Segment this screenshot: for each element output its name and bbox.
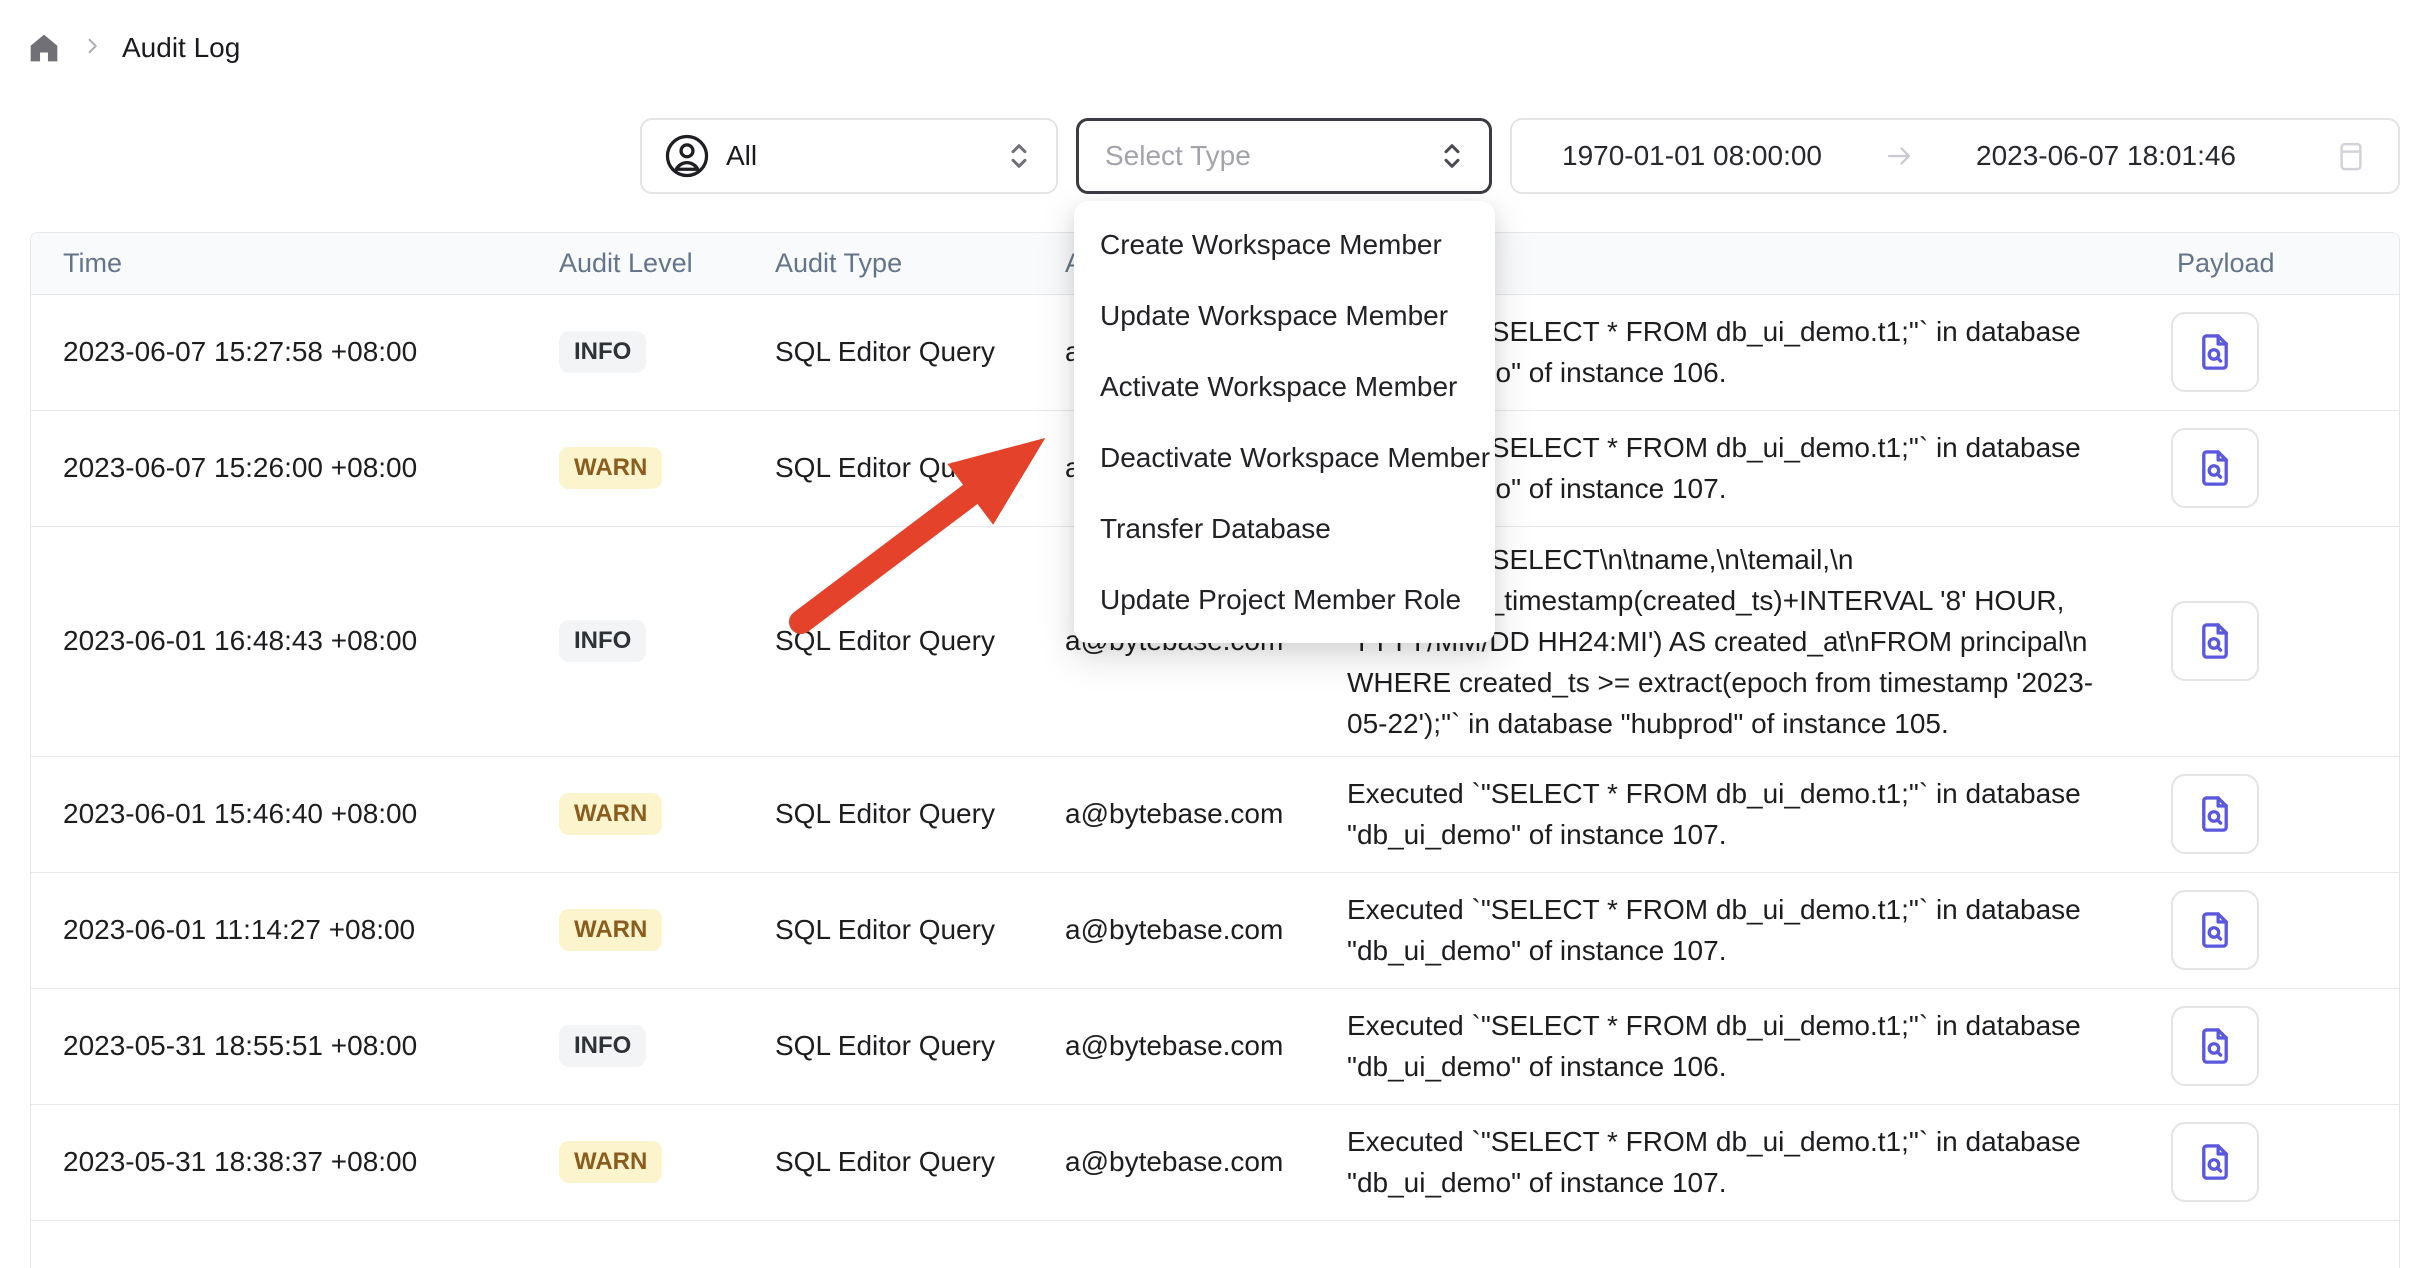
audit-level-badge: INFO — [559, 1025, 646, 1067]
time-cell: 2023-05-31 18:55:51 +08:00 — [31, 988, 541, 1104]
actor-cell: a@bytebase.com — [1035, 756, 1317, 872]
calendar-icon — [2336, 139, 2366, 173]
user-circle-icon — [664, 133, 710, 179]
comment-cell: Executed `"SELECT * FROM db_ui_demo.t1;"… — [1317, 1104, 2127, 1220]
audit-level-badge: WARN — [559, 793, 662, 835]
audit-type-cell: SQL Editor Query — [745, 988, 1035, 1104]
time-cell: 2023-05-31 18:38:37 +08:00 — [31, 1104, 541, 1220]
payload-cell — [2127, 294, 2400, 410]
file-search-icon — [2194, 792, 2236, 836]
type-filter-select[interactable]: Select Type — [1076, 118, 1492, 194]
audit-level-badge: INFO — [559, 331, 646, 373]
actor-cell: a@bytebase.com — [1035, 988, 1317, 1104]
date-range-start: 1970-01-01 08:00:00 — [1562, 140, 1822, 172]
audit-level-badge: WARN — [559, 1141, 662, 1183]
audit-level-cell: WARN — [541, 1104, 745, 1220]
audit-level-cell: INFO — [541, 526, 745, 756]
audit-type-cell: SQL Editor Query — [745, 526, 1035, 756]
audit-level-badge: WARN — [559, 909, 662, 951]
payload-cell — [2127, 988, 2400, 1104]
updown-chevron-icon — [1439, 139, 1465, 173]
audit-level-cell: INFO — [541, 294, 745, 410]
actor-cell: a@bytebase.com — [1035, 1104, 1317, 1220]
updown-chevron-icon — [1006, 139, 1032, 173]
column-header-payload: Payload — [2127, 233, 2400, 294]
type-option[interactable]: Activate Workspace Member — [1074, 351, 1495, 422]
type-option[interactable]: Transfer Database — [1074, 493, 1495, 564]
table-row: 2023-05-31 18:55:51 +08:00 INFO SQL Edit… — [31, 988, 2400, 1104]
audit-level-cell: INFO — [541, 988, 745, 1104]
page-title: Audit Log — [122, 32, 240, 64]
payload-view-button[interactable] — [2171, 428, 2259, 508]
audit-level-cell: WARN — [541, 872, 745, 988]
comment-cell: Executed `"SELECT * FROM db_ui_demo.t1;"… — [1317, 988, 2127, 1104]
comment-cell: Executed `"SELECT * FROM db_ui_demo.t1;"… — [1317, 872, 2127, 988]
column-header-audit-type: Audit Type — [745, 233, 1035, 294]
time-cell: 2023-06-01 15:46:40 +08:00 — [31, 756, 541, 872]
audit-type-cell: SQL Editor Query — [745, 872, 1035, 988]
date-range-picker[interactable]: 1970-01-01 08:00:00 2023-06-07 18:01:46 — [1510, 118, 2400, 194]
table-row: 2023-06-01 11:14:27 +08:00 WARN SQL Edit… — [31, 872, 2400, 988]
audit-type-cell: SQL Editor Query — [745, 1104, 1035, 1220]
comment-cell: Executed `"SELECT * FROM db_ui_demo.t1;"… — [1317, 756, 2127, 872]
file-search-icon — [2194, 1140, 2236, 1184]
payload-view-button[interactable] — [2171, 1006, 2259, 1086]
audit-type-cell: SQL Editor Query — [745, 410, 1035, 526]
time-cell: 2023-06-07 15:26:00 +08:00 — [31, 410, 541, 526]
payload-cell — [2127, 1104, 2400, 1220]
audit-level-cell: WARN — [541, 410, 745, 526]
type-option[interactable]: Update Workspace Member — [1074, 280, 1495, 351]
column-header-audit-level: Audit Level — [541, 233, 745, 294]
type-filter-placeholder: Select Type — [1105, 140, 1251, 172]
actor-cell: a@bytebase.com — [1035, 872, 1317, 988]
audit-type-cell: SQL Editor Query — [745, 294, 1035, 410]
payload-cell — [2127, 756, 2400, 872]
column-header-time: Time — [31, 233, 541, 294]
actor-filter-value: All — [726, 140, 990, 172]
file-search-icon — [2194, 1024, 2236, 1068]
payload-view-button[interactable] — [2171, 890, 2259, 970]
file-search-icon — [2194, 908, 2236, 952]
time-cell: 2023-06-07 15:27:58 +08:00 — [31, 294, 541, 410]
payload-view-button[interactable] — [2171, 774, 2259, 854]
payload-view-button[interactable] — [2171, 601, 2259, 681]
audit-log-page: Audit Log All Select Type 1970-01-01 08:… — [0, 0, 2410, 1268]
file-search-icon — [2194, 330, 2236, 374]
home-icon[interactable] — [26, 31, 62, 65]
filter-bar: All Select Type 1970-01-01 08:00:00 2023… — [640, 118, 2400, 194]
type-option[interactable]: Update Project Member Role — [1074, 564, 1495, 635]
type-option[interactable]: Create Workspace Member — [1074, 209, 1495, 280]
type-dropdown-menu: Create Workspace MemberUpdate Workspace … — [1074, 201, 1495, 643]
file-search-icon — [2194, 446, 2236, 490]
payload-view-button[interactable] — [2171, 312, 2259, 392]
audit-level-cell: WARN — [541, 756, 745, 872]
table-row: 2023-06-01 15:46:40 +08:00 WARN SQL Edit… — [31, 756, 2400, 872]
time-cell: 2023-06-01 11:14:27 +08:00 — [31, 872, 541, 988]
file-search-icon — [2194, 619, 2236, 663]
breadcrumb: Audit Log — [26, 26, 240, 70]
payload-cell — [2127, 872, 2400, 988]
payload-cell — [2127, 526, 2400, 756]
table-row: 2023-05-31 18:38:37 +08:00 WARN SQL Edit… — [31, 1104, 2400, 1220]
chevron-right-icon — [82, 36, 102, 61]
arrow-right-icon — [1884, 141, 1914, 171]
audit-level-badge: INFO — [559, 620, 646, 662]
audit-type-cell: SQL Editor Query — [745, 756, 1035, 872]
time-cell: 2023-06-01 16:48:43 +08:00 — [31, 526, 541, 756]
date-range-end: 2023-06-07 18:01:46 — [1976, 140, 2236, 172]
type-option[interactable]: Deactivate Workspace Member — [1074, 422, 1495, 493]
payload-view-button[interactable] — [2171, 1122, 2259, 1202]
actor-filter-select[interactable]: All — [640, 118, 1058, 194]
payload-cell — [2127, 410, 2400, 526]
audit-level-badge: WARN — [559, 447, 662, 489]
